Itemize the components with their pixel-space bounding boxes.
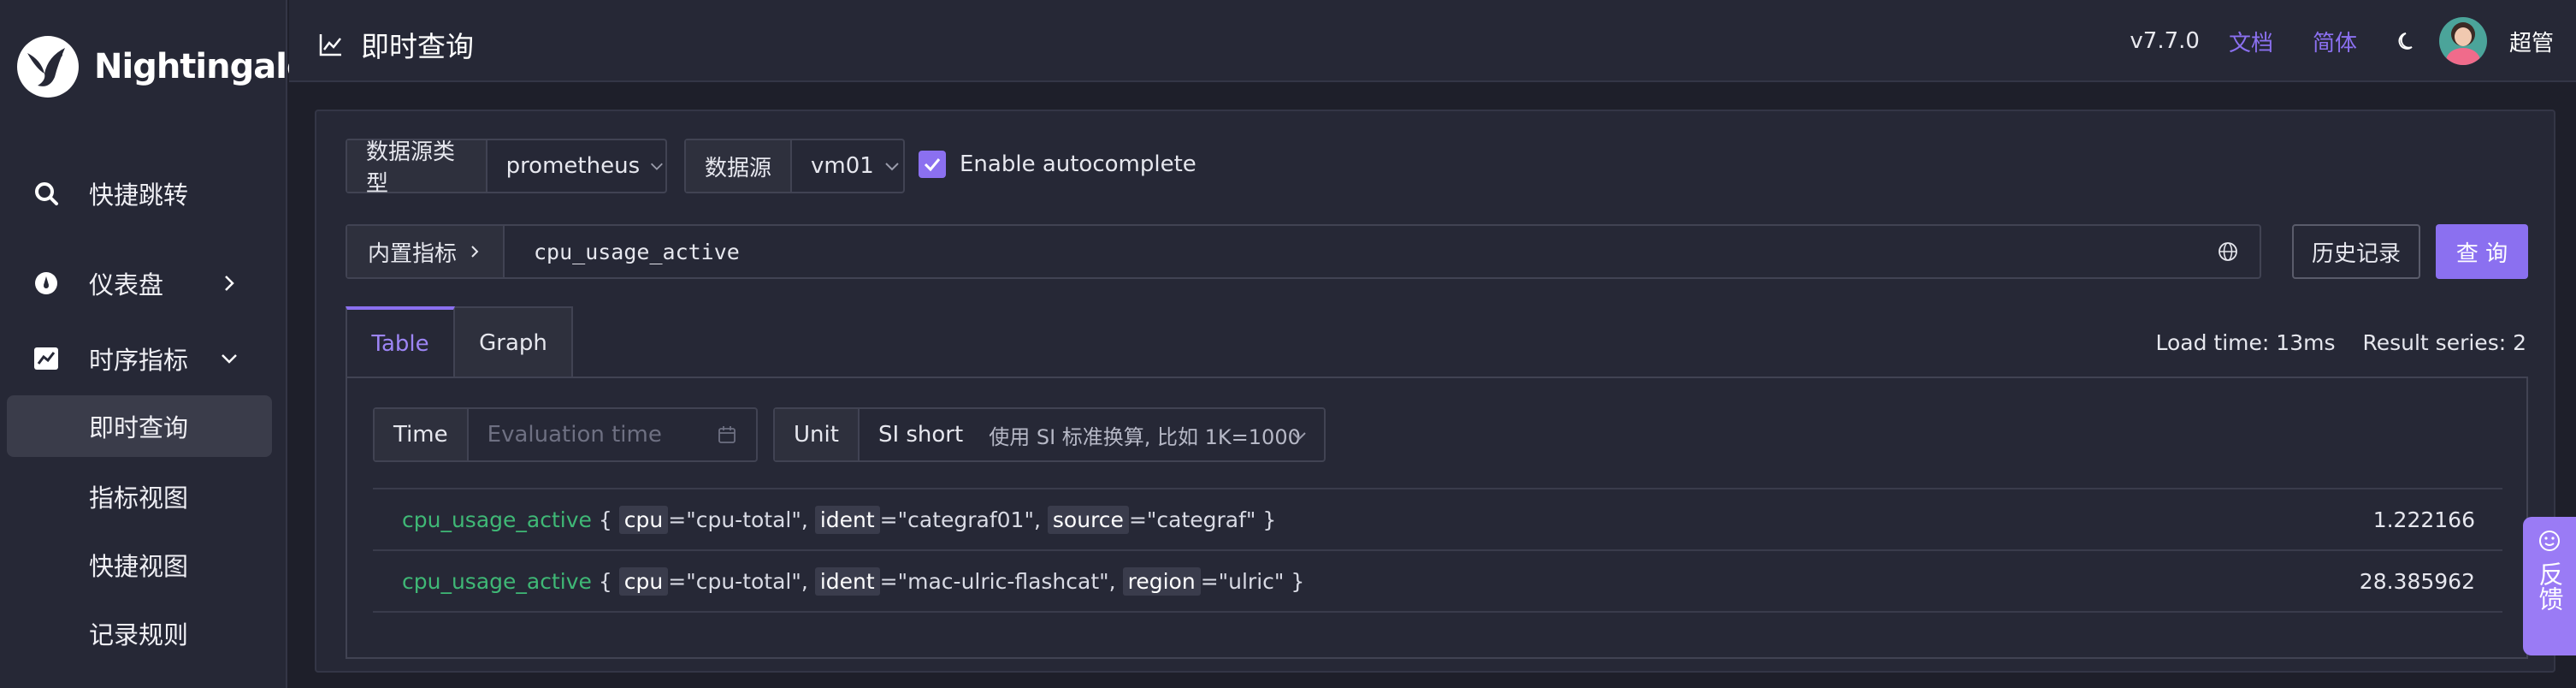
- datasource-select[interactable]: 数据源 vm01: [684, 139, 905, 193]
- chevron-down-icon: [885, 163, 899, 171]
- unit-value: SI short: [877, 422, 964, 448]
- page-title: 即时查询: [361, 30, 474, 63]
- sidebar-item-dashboard[interactable]: 仪表盘: [0, 251, 287, 316]
- label-key: ident: [814, 505, 880, 534]
- logo[interactable]: Nightingale: [15, 34, 310, 99]
- checkbox-checked-icon[interactable]: [919, 151, 946, 178]
- autocomplete-label: Enable autocomplete: [960, 151, 1196, 177]
- label-key: cpu: [618, 505, 669, 534]
- metric-value: 28.385962: [2359, 568, 2475, 594]
- unit-description: 使用 SI 标准换算, 比如 1K=1000: [989, 424, 1301, 449]
- dashboard-icon: [35, 272, 57, 294]
- label-value: "ulric": [1218, 568, 1285, 594]
- smile-icon: [2539, 531, 2560, 551]
- result-tabs: Table Graph: [346, 306, 573, 378]
- brand-name: Nightingale: [94, 47, 310, 86]
- label-value: "categraf01": [897, 507, 1034, 532]
- sidebar-item-label: 记录规则: [89, 620, 189, 649]
- query-button[interactable]: 查 询: [2436, 224, 2528, 279]
- label-value: "cpu-total": [686, 507, 801, 532]
- sidebar-item-quick-jump[interactable]: 快捷跳转: [0, 161, 287, 226]
- sidebar-item-quick-views[interactable]: 快捷视图: [0, 532, 287, 597]
- moon-icon[interactable]: [2396, 30, 2419, 52]
- nightingale-bird-icon: [17, 36, 79, 98]
- label-key: source: [1047, 505, 1129, 534]
- page-title-group: 即时查询: [318, 24, 474, 65]
- sidebar-item-label: 仪表盘: [89, 270, 164, 300]
- sidebar-item-instant-query[interactable]: 即时查询: [7, 395, 272, 457]
- evaluation-time-picker[interactable]: Time Evaluation time: [373, 407, 758, 462]
- autocomplete-toggle[interactable]: Enable autocomplete: [919, 151, 1196, 178]
- chevron-down-icon: [651, 163, 664, 170]
- label-value: "categraf": [1146, 507, 1256, 532]
- chevron-right-icon: [225, 276, 234, 291]
- line-chart-icon: [319, 34, 341, 56]
- topbar: 即时查询 v7.7.0 文档 简体 超管: [289, 0, 2576, 82]
- tab-table[interactable]: Table: [346, 306, 455, 378]
- search-icon: [35, 182, 58, 205]
- sidebar-item-metrics[interactable]: 时序指标: [0, 326, 287, 391]
- label-key: ident: [814, 566, 880, 596]
- language-switch[interactable]: 简体: [2313, 26, 2357, 57]
- chevron-down-icon: [222, 354, 237, 364]
- sidebar-item-label: 快捷跳转: [89, 181, 189, 210]
- sidebar-item-label: 快捷视图: [89, 552, 189, 581]
- chevron-down-icon: [1292, 432, 1306, 441]
- result-series: Result series: 2: [2362, 330, 2526, 355]
- query-card: 数据源类型 prometheus 数据源 vm01 Enable autocom…: [315, 110, 2555, 673]
- metric-name: cpu_usage_active: [402, 507, 592, 532]
- load-time: Load time: 13ms: [2155, 330, 2336, 355]
- sidebar: Nightingale 快捷跳转 仪表盘 时序指标 即时查询 指标视图 快捷视图…: [0, 0, 310, 688]
- avatar[interactable]: [2438, 17, 2487, 65]
- promql-input[interactable]: cpu_usage_active: [534, 240, 740, 264]
- sidebar-item-label: 时序指标: [89, 346, 189, 375]
- sidebar-item-label: 即时查询: [89, 413, 189, 442]
- datasource-value: vm01: [811, 153, 874, 179]
- user-name[interactable]: 超管: [2509, 26, 2554, 57]
- unit-label: Unit: [775, 409, 860, 460]
- table-row[interactable]: cpu_usage_active { cpu = "cpu-total", iden…: [373, 489, 2502, 551]
- datasource-type-value: prometheus: [505, 153, 641, 179]
- header-actions: v7.7.0 文档 简体 超管: [2130, 0, 2554, 82]
- globe-icon[interactable]: [2217, 240, 2239, 263]
- datasource-label: 数据源: [686, 140, 793, 192]
- time-label: Time: [375, 409, 469, 460]
- builtin-metrics-button[interactable]: 内置指标: [347, 226, 505, 277]
- label-value: "mac-ulric-flashcat": [897, 568, 1109, 594]
- table-row[interactable]: cpu_usage_active { cpu = "cpu-total", iden…: [373, 551, 2502, 613]
- time-placeholder: Evaluation time: [487, 422, 662, 448]
- version-label: v7.7.0: [2130, 28, 2200, 54]
- calendar-icon: [718, 426, 736, 443]
- label-key: cpu: [618, 566, 669, 596]
- label-value: "cpu-total": [686, 568, 801, 594]
- datasource-type-label: 数据源类型: [347, 139, 487, 197]
- label-key: region: [1122, 566, 1201, 596]
- table-panel: Time Evaluation time Unit SI short 使用 SI…: [346, 377, 2528, 659]
- unit-select[interactable]: Unit SI short 使用 SI 标准换算, 比如 1K=1000: [773, 407, 1326, 462]
- tab-graph[interactable]: Graph: [455, 306, 573, 378]
- chevron-right-icon: [471, 246, 479, 258]
- query-stats: Load time: 13ms Result series: 2: [2156, 330, 2526, 355]
- datasource-type-select[interactable]: 数据源类型 prometheus: [346, 139, 667, 197]
- line-chart-icon: [34, 347, 58, 370]
- docs-link[interactable]: 文档: [2229, 26, 2273, 57]
- promql-input-group: 内置指标 cpu_usage_active: [346, 224, 2261, 279]
- history-button[interactable]: 历史记录: [2292, 224, 2420, 279]
- sidebar-item-label: 指标视图: [89, 483, 189, 513]
- sidebar-item-metric-views[interactable]: 指标视图: [0, 464, 287, 529]
- feedback-button[interactable]: 反馈: [2523, 517, 2576, 655]
- sidebar-item-recording-rules[interactable]: 记录规则: [0, 601, 287, 666]
- metric-value: 1.222166: [2372, 507, 2475, 532]
- feedback-label: 反馈: [2535, 561, 2564, 611]
- builtin-metrics-label: 内置指标: [368, 240, 458, 267]
- metric-name: cpu_usage_active: [402, 568, 592, 594]
